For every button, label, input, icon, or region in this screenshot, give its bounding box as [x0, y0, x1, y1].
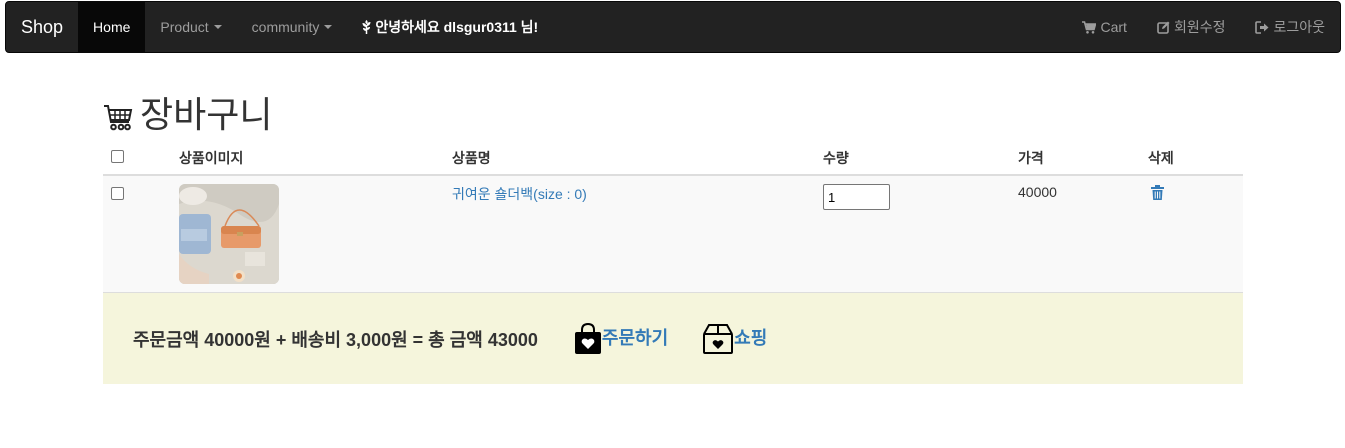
nav-cart[interactable]: Cart: [1067, 2, 1141, 52]
quantity-cell: [815, 176, 1010, 292]
trash-icon[interactable]: [1151, 185, 1164, 200]
nav-home[interactable]: Home: [78, 2, 146, 52]
header-price: 가격: [1018, 150, 1044, 166]
cart-icon: [1082, 20, 1097, 34]
table-header: 상품이미지 상품명 수량 가격 삭제: [103, 140, 1243, 176]
product-image[interactable]: [179, 184, 279, 284]
shopping-bag-heart-icon: [574, 322, 601, 354]
navbar: Shop Home Product community 안녕하세요 dlsgur…: [5, 1, 1341, 53]
row-checkbox[interactable]: [111, 187, 124, 200]
product-name-link[interactable]: 귀여운 숄더백(size : 0): [452, 186, 587, 202]
product-image-cell: [171, 176, 444, 292]
nav-community-dropdown[interactable]: community: [237, 2, 348, 52]
header-name: 상품명: [452, 150, 491, 166]
user-greeting: 안녕하세요 dlsgur0311 님!: [347, 2, 553, 52]
shopping-button[interactable]: 쇼핑: [702, 323, 767, 355]
nav-logout[interactable]: 로그아웃: [1240, 2, 1340, 52]
nav-home-label: Home: [93, 19, 131, 35]
nav-right-group: Cart 회원수정 로그아웃: [1067, 2, 1340, 52]
nav-edit-profile[interactable]: 회원수정: [1142, 2, 1241, 52]
sprout-icon: [362, 20, 371, 34]
shopping-cart-icon: [104, 105, 133, 131]
header-delete: 삭제: [1148, 150, 1174, 166]
caret-down-icon: [213, 25, 222, 29]
quantity-input[interactable]: [823, 184, 890, 210]
page-title: 장바구니: [103, 86, 272, 138]
header-qty: 수량: [823, 150, 849, 166]
nav-logout-label: 로그아웃: [1273, 19, 1325, 35]
edit-icon: [1157, 21, 1170, 34]
header-image: 상품이미지: [179, 150, 244, 166]
page-heading: 장바구니: [140, 95, 273, 136]
shopping-button-label: 쇼핑: [734, 327, 768, 348]
order-button-label: 주문하기: [601, 327, 669, 348]
cart-table: 상품이미지 상품명 수량 가격 삭제 귀여운 숄더백(size: 0) 1 4…: [103, 140, 1243, 293]
delete-cell: [1140, 176, 1243, 292]
nav-cart-label: Cart: [1100, 19, 1127, 35]
select-all-cell: [103, 140, 171, 174]
nav-product-label: Product: [160, 19, 209, 35]
order-button[interactable]: 주문하기: [574, 322, 669, 355]
table-row: 귀여운 숄더백(size : 0) 40000: [103, 176, 1243, 293]
caret-down-icon: [324, 25, 333, 29]
nav-product-dropdown[interactable]: Product: [145, 2, 236, 52]
greeting-text: 안녕하세요 dlsgur0311 님!: [375, 19, 539, 35]
nav-community-label: community: [251, 19, 320, 35]
logout-icon: [1255, 20, 1269, 34]
order-summary: 주문금액 40000원 + 배송비 3,000원 = 총 금액 43000 주문…: [103, 293, 1243, 384]
row-select-cell: [103, 176, 171, 292]
brand-link[interactable]: Shop: [6, 2, 78, 52]
select-all-checkbox[interactable]: [111, 150, 124, 163]
box-heart-icon: [703, 323, 734, 354]
nav-edit-label: 회원수정: [1173, 19, 1226, 35]
summary-total-text: 주문금액 40000원 + 배송비 3,000원 = 총 금액 43000: [133, 329, 538, 350]
price-cell: 40000: [1018, 184, 1057, 200]
product-photo: [179, 184, 279, 284]
product-name-cell: 귀여운 숄더백(size : 0): [444, 176, 815, 292]
